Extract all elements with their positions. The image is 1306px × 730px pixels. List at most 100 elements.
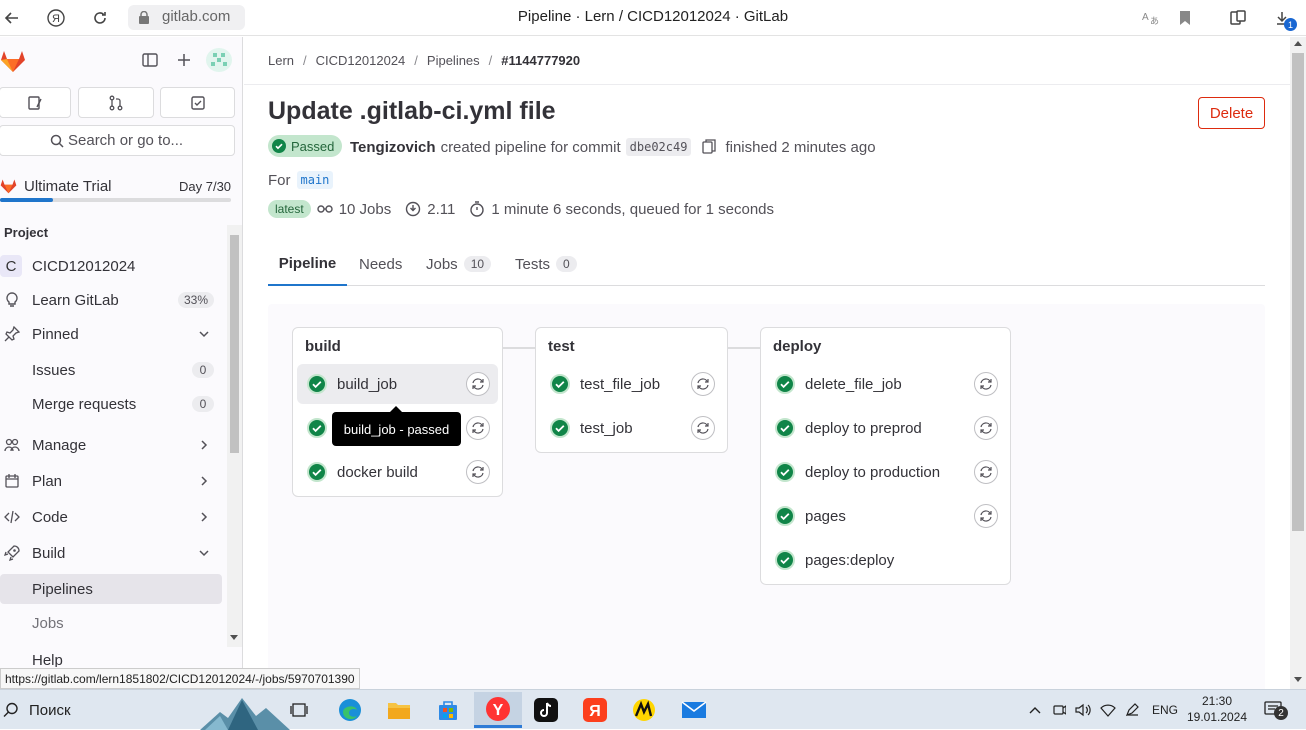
retry-icon[interactable] bbox=[691, 372, 715, 396]
lightbulb-icon bbox=[6, 292, 18, 307]
downloads-icon[interactable]: 1 bbox=[1270, 6, 1297, 31]
breadcrumb-current[interactable]: #1144777920 bbox=[501, 53, 580, 68]
tab-pipeline[interactable]: Pipeline bbox=[268, 242, 347, 286]
svg-text:Я: Я bbox=[589, 703, 601, 720]
sidebar-item-pipelines[interactable]: Pipelines bbox=[0, 574, 222, 604]
job-deploy-to-preprod[interactable]: deploy to preprod bbox=[765, 408, 1006, 448]
retry-icon[interactable] bbox=[974, 460, 998, 484]
delete-button[interactable]: Delete bbox=[1198, 97, 1265, 129]
yandex-icon[interactable]: Я bbox=[44, 6, 68, 30]
mail-icon[interactable] bbox=[675, 694, 713, 726]
sidebar-item-learn-gitlab[interactable]: Learn GitLab 33% bbox=[0, 285, 222, 315]
gitlab-trial-icon bbox=[0, 178, 17, 194]
tiktok-icon[interactable] bbox=[527, 694, 565, 726]
job-test-file-job[interactable]: test_file_job bbox=[540, 364, 723, 404]
sidebar-item-plan[interactable]: Plan bbox=[0, 466, 222, 496]
job-docker-build[interactable]: docker build bbox=[297, 452, 498, 492]
job-pages[interactable]: pages bbox=[765, 496, 1006, 536]
issues-shortcut-button[interactable] bbox=[0, 87, 71, 118]
sidebar-item-code[interactable]: Code bbox=[0, 502, 222, 532]
job-build-job[interactable]: build_job bbox=[297, 364, 498, 404]
author-link[interactable]: Tengizovich bbox=[350, 139, 436, 156]
commit-sha[interactable]: dbe02c49 bbox=[625, 138, 692, 156]
learn-progress-badge: 33% bbox=[177, 292, 214, 308]
sidebar-scrollbar[interactable] bbox=[227, 225, 242, 647]
todos-shortcut-button[interactable] bbox=[160, 87, 235, 118]
breadcrumb-item[interactable]: Lern bbox=[268, 53, 294, 68]
copy-icon[interactable] bbox=[702, 139, 717, 155]
sidebar-item-jobs[interactable]: Jobs bbox=[0, 608, 222, 638]
notifications-icon[interactable]: 2 bbox=[1264, 700, 1288, 720]
merge-requests-shortcut-button[interactable] bbox=[78, 87, 154, 118]
status-success-icon bbox=[307, 374, 327, 394]
sidebar-scroll-thumb[interactable] bbox=[230, 235, 239, 453]
sidebar-item-label: Build bbox=[32, 544, 66, 562]
tab-tests[interactable]: Tests 0 bbox=[515, 242, 577, 286]
pen-icon[interactable] bbox=[1124, 702, 1140, 718]
page-scrollbar[interactable] bbox=[1290, 37, 1306, 689]
address-bar[interactable]: gitlab.com bbox=[128, 5, 245, 30]
retry-icon[interactable] bbox=[466, 460, 490, 484]
compute-icon bbox=[406, 201, 421, 217]
retry-icon[interactable] bbox=[691, 416, 715, 440]
reload-icon[interactable] bbox=[88, 6, 112, 30]
url-domain: gitlab.com bbox=[162, 8, 231, 25]
svg-text:Y: Y bbox=[493, 702, 504, 719]
merge-requests-count: 0 bbox=[192, 396, 214, 412]
search-input[interactable]: Search or go to... bbox=[0, 125, 235, 156]
input-language[interactable]: ENG bbox=[1152, 703, 1178, 717]
duration-text: 1 minute 6 seconds, queued for 1 seconds bbox=[491, 200, 775, 218]
breadcrumb-item[interactable]: CICD12012024 bbox=[316, 53, 406, 68]
scroll-down-arrow-icon[interactable] bbox=[1294, 677, 1302, 682]
yandex-market-icon[interactable] bbox=[625, 694, 663, 726]
retry-icon[interactable] bbox=[974, 504, 998, 528]
meet-now-icon[interactable] bbox=[1052, 702, 1066, 718]
page-scroll-thumb[interactable] bbox=[1292, 53, 1304, 531]
create-new-icon[interactable] bbox=[176, 52, 192, 68]
sidebar-item-pinned[interactable]: Pinned bbox=[0, 319, 222, 349]
retry-icon[interactable] bbox=[974, 372, 998, 396]
gitlab-logo-icon[interactable] bbox=[0, 49, 26, 73]
task-view-icon[interactable] bbox=[280, 694, 318, 726]
job-deploy-to-production[interactable]: deploy to production bbox=[765, 452, 1006, 492]
scroll-down-arrow-icon[interactable] bbox=[230, 635, 238, 640]
retry-icon[interactable] bbox=[974, 416, 998, 440]
sidebar-toggle-icon[interactable] bbox=[142, 52, 158, 68]
collections-icon[interactable] bbox=[1226, 6, 1250, 30]
project-link[interactable]: C CICD12012024 bbox=[0, 251, 222, 281]
volume-icon[interactable] bbox=[1074, 702, 1092, 718]
status-badge[interactable]: Passed bbox=[268, 135, 343, 157]
bookmark-icon[interactable] bbox=[1173, 6, 1197, 30]
wifi-icon[interactable] bbox=[1100, 703, 1116, 717]
avatar[interactable] bbox=[206, 48, 232, 72]
scroll-up-arrow-icon[interactable] bbox=[1294, 41, 1302, 46]
status-success-icon bbox=[307, 462, 327, 482]
sidebar-item-issues[interactable]: Issues 0 bbox=[0, 355, 222, 385]
file-explorer-icon[interactable] bbox=[380, 694, 418, 726]
yandex-browser-taskbar-button[interactable]: Y bbox=[474, 692, 522, 728]
clock[interactable]: 21:30 19.01.2024 bbox=[1186, 693, 1248, 725]
sidebar-item-merge-requests[interactable]: Merge requests 0 bbox=[0, 389, 222, 419]
sidebar: Search or go to... Ultimate Trial Day 7/… bbox=[0, 37, 243, 689]
job-pages-deploy[interactable]: pages:deploy bbox=[765, 540, 1006, 580]
sidebar-item-help[interactable]: Help bbox=[0, 653, 222, 667]
back-icon[interactable] bbox=[0, 6, 24, 30]
taskbar-search[interactable]: Поиск bbox=[0, 690, 290, 730]
sidebar-item-manage[interactable]: Manage bbox=[0, 430, 222, 460]
job-test-job[interactable]: test_job bbox=[540, 408, 723, 448]
tab-needs[interactable]: Needs bbox=[359, 242, 402, 286]
sidebar-item-build[interactable]: Build bbox=[0, 538, 222, 568]
retry-icon[interactable] bbox=[466, 416, 490, 440]
translate-icon[interactable]: Aあ bbox=[1138, 6, 1162, 30]
tab-jobs[interactable]: Jobs 10 bbox=[426, 242, 492, 286]
breadcrumb-item[interactable]: Pipelines bbox=[427, 53, 480, 68]
edge-icon[interactable] bbox=[331, 694, 369, 726]
for-label: For bbox=[268, 171, 291, 189]
retry-icon[interactable] bbox=[466, 372, 490, 396]
chevron-up-icon[interactable] bbox=[1028, 705, 1042, 715]
stage-deploy: deploy delete_file_job deploy to preprod… bbox=[760, 327, 1011, 585]
job-delete-file-job[interactable]: delete_file_job bbox=[765, 364, 1006, 404]
ref-link[interactable]: main bbox=[296, 171, 334, 189]
store-icon[interactable] bbox=[429, 694, 467, 726]
yandex-icon[interactable]: Я bbox=[576, 694, 614, 726]
